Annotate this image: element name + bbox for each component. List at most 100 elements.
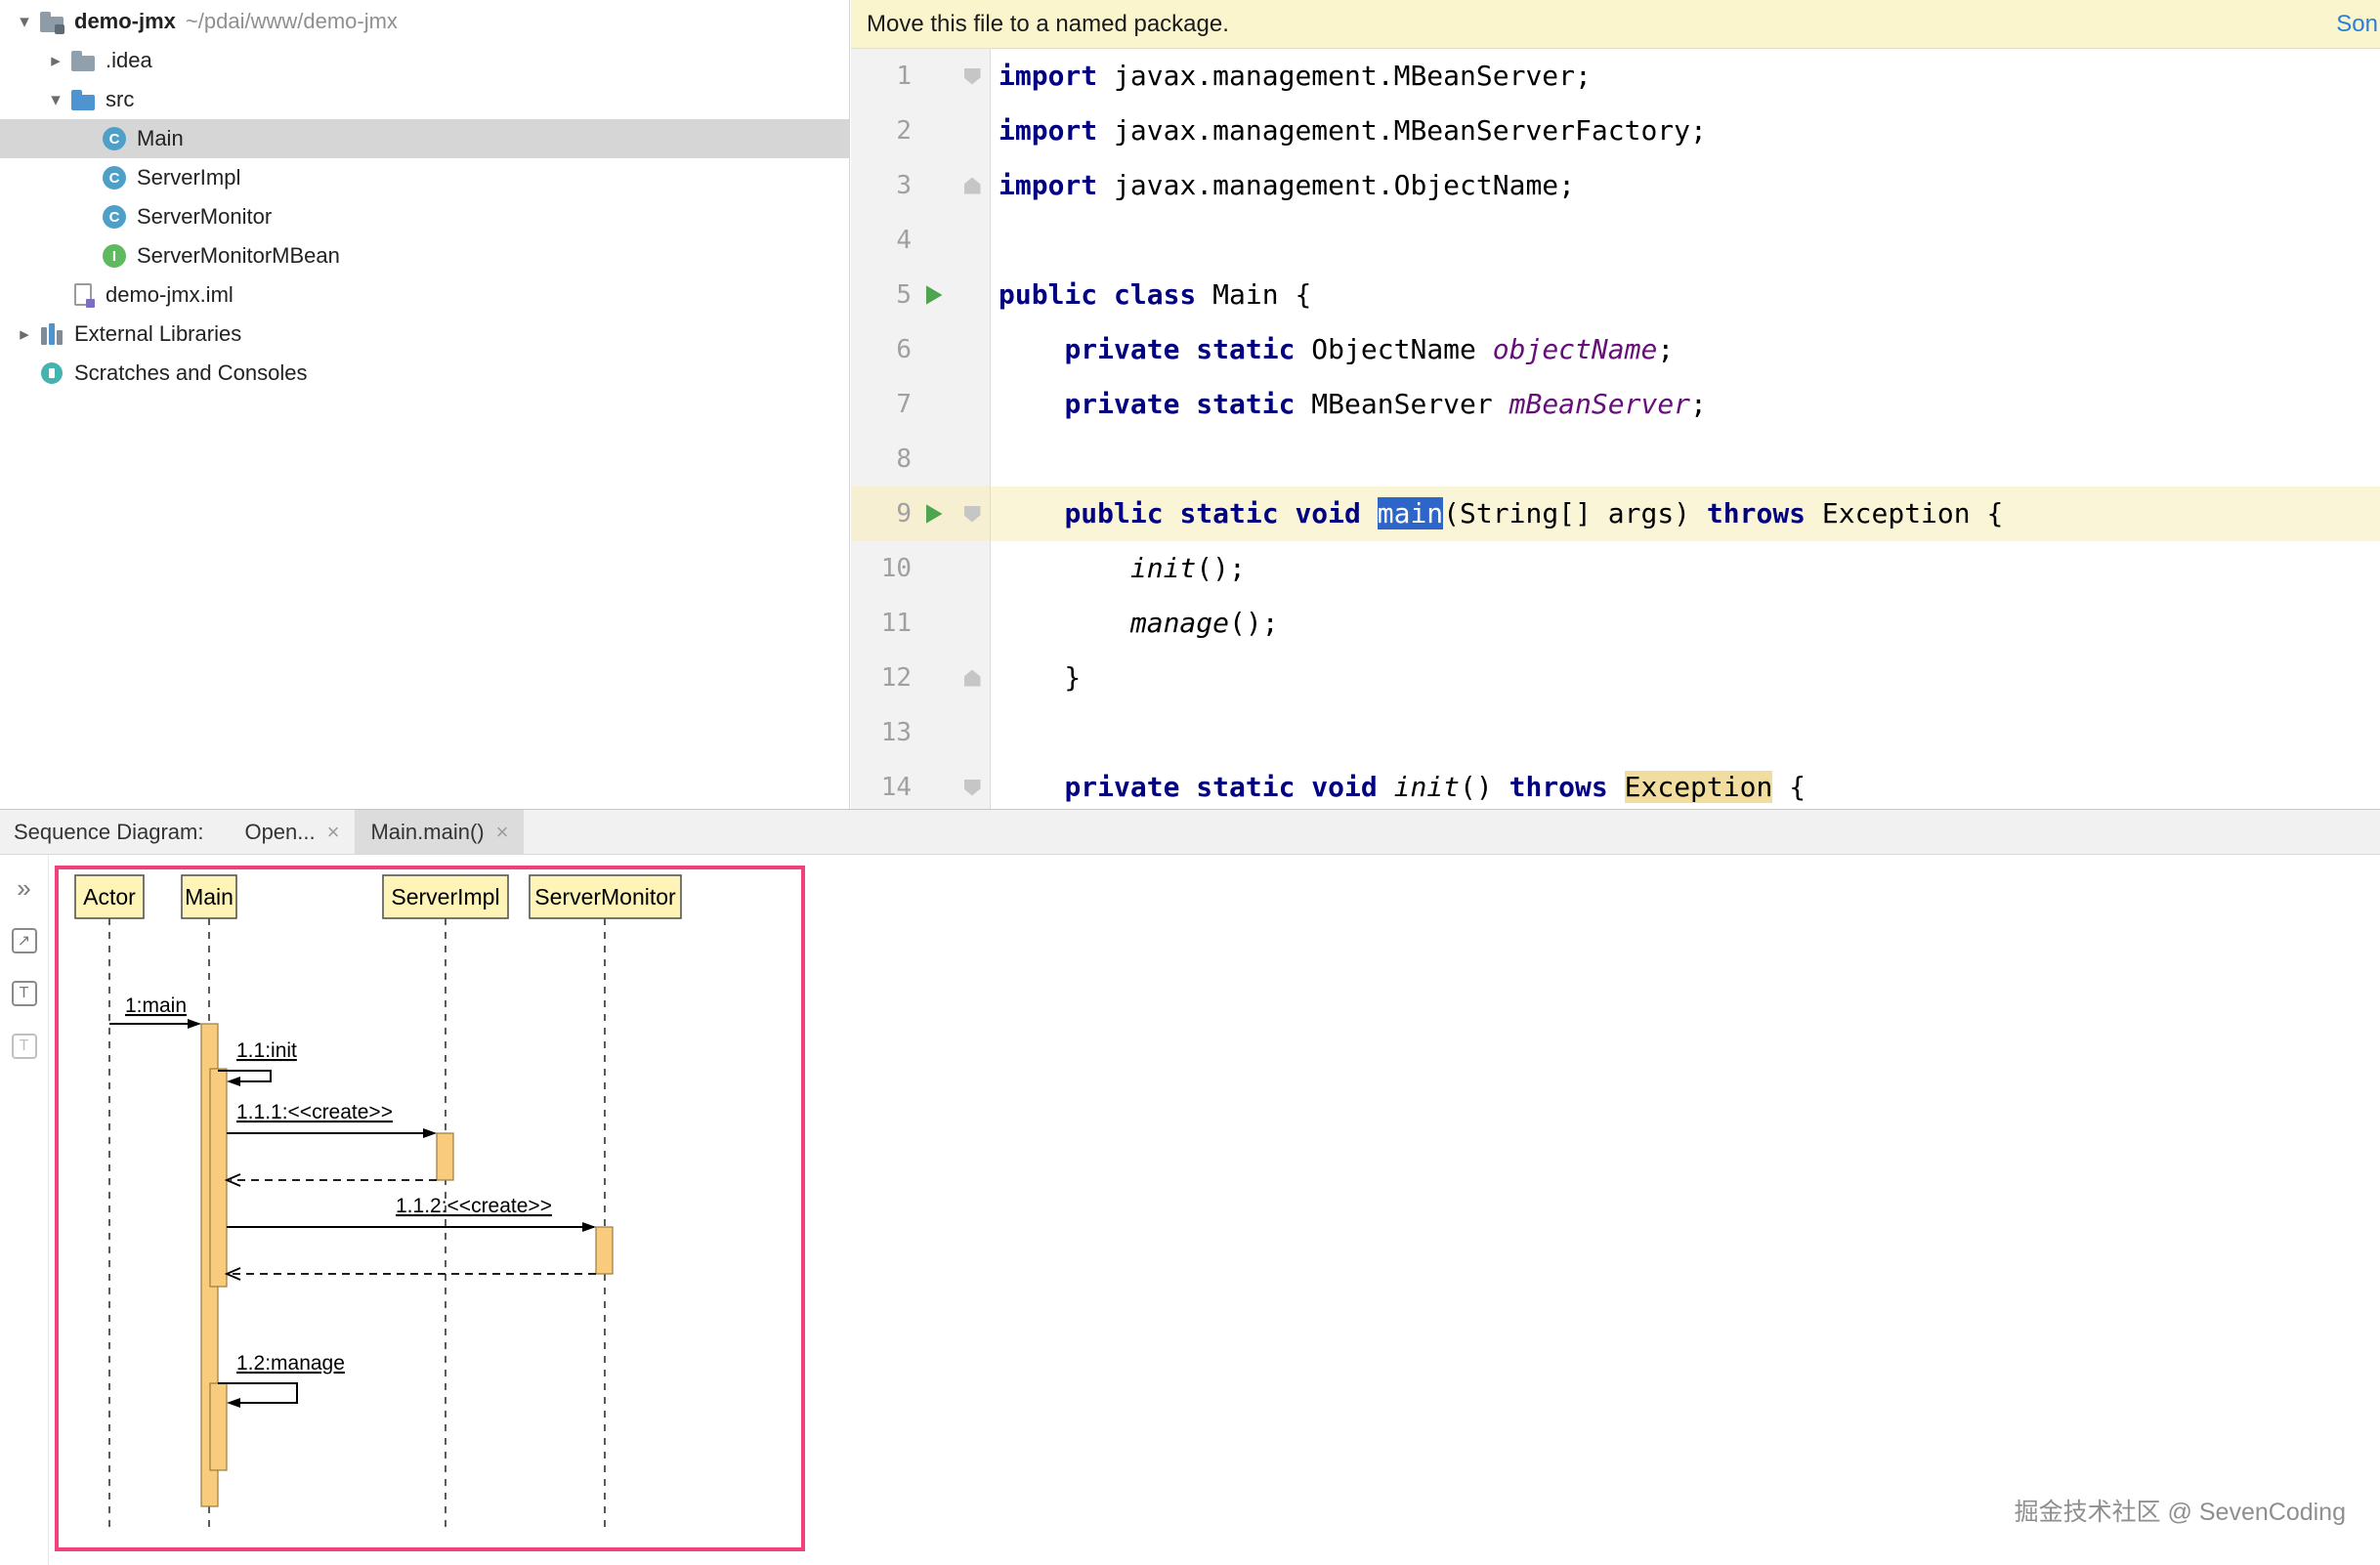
run-icon[interactable]: [926, 285, 943, 305]
message-label[interactable]: 1.1.2:<<create>>: [396, 1195, 552, 1217]
module-file-icon: [70, 282, 96, 308]
chevron-down-icon[interactable]: ▾: [10, 11, 39, 33]
code-line-9[interactable]: 9 public static void main(String[] args)…: [851, 486, 2380, 541]
tool-window-tabs: Open...×Main.main()×: [229, 810, 524, 854]
tree-item-main[interactable]: CMain: [0, 119, 849, 158]
chevron-down-icon[interactable]: ▾: [41, 89, 70, 111]
code-line-10[interactable]: 10 init();: [851, 541, 2380, 596]
message-1.1-init: 1.1:init: [218, 1039, 297, 1086]
participant-label: Actor: [83, 884, 136, 909]
gutter: 2: [851, 104, 991, 158]
gutter: 1: [851, 49, 991, 104]
code-text: public class Main {: [991, 268, 1311, 322]
gutter: 4: [851, 213, 991, 268]
tree-item-demo-jmx[interactable]: ▾demo-jmx~/pdai/www/demo-jmx: [0, 2, 849, 41]
fold-end-icon[interactable]: [964, 670, 981, 687]
line-number: 2: [851, 104, 912, 158]
message-label[interactable]: 1.1.1:<<create>>: [236, 1101, 393, 1123]
line-number: 1: [851, 49, 912, 104]
sequence-diagram-panel: » ↗ T T ActorMainServerImplServerMonitor…: [0, 855, 2380, 1565]
class-icon: C: [102, 126, 127, 151]
tree-item-label: External Libraries: [74, 321, 241, 347]
text-tool-icon[interactable]: T: [9, 978, 40, 1009]
tab-open-[interactable]: Open... ×: [229, 810, 355, 854]
message-return: [227, 1174, 437, 1186]
gutter: 8: [851, 432, 991, 486]
run-icon[interactable]: [926, 504, 943, 524]
code-line-12[interactable]: 12 }: [851, 651, 2380, 705]
code-lines[interactable]: 1import javax.management.MBeanServer;2im…: [851, 49, 2380, 809]
code-line-6[interactable]: 6 private static ObjectName objectName;: [851, 322, 2380, 377]
fold-end-icon[interactable]: [964, 178, 981, 194]
tree-item-src[interactable]: ▾src: [0, 80, 849, 119]
code-line-8[interactable]: 8: [851, 432, 2380, 486]
chevron-right-icon[interactable]: ▸: [41, 50, 70, 72]
code-text: private static void init() throws Except…: [991, 760, 1806, 809]
code-line-14[interactable]: 14 private static void init() throws Exc…: [851, 760, 2380, 809]
code-text: private static ObjectName objectName;: [991, 322, 1674, 377]
gutter: 12: [851, 651, 991, 705]
tree-item-scratches-and-consoles[interactable]: Scratches and Consoles: [0, 354, 849, 393]
tree-item-demo-jmx-iml[interactable]: demo-jmx.iml: [0, 275, 849, 315]
message-label[interactable]: 1.2:manage: [236, 1352, 345, 1375]
gutter: 13: [851, 705, 991, 760]
project-folder-icon: [39, 9, 64, 34]
line-number: 11: [851, 596, 912, 651]
tab-main-main-[interactable]: Main.main()×: [355, 810, 524, 854]
line-number: 9: [851, 486, 912, 541]
expand-icon[interactable]: »: [9, 872, 40, 904]
message-label[interactable]: 1.1:init: [236, 1039, 297, 1062]
tree-item-external-libraries[interactable]: ▸ External Libraries: [0, 315, 849, 354]
line-number: 4: [851, 213, 912, 268]
project-tree-panel: ▾demo-jmx~/pdai/www/demo-jmx▸.idea▾srcCM…: [0, 0, 850, 809]
line-number: 7: [851, 377, 912, 432]
line-number: 12: [851, 651, 912, 705]
gutter: 11: [851, 596, 991, 651]
close-icon[interactable]: ×: [327, 820, 340, 845]
code-line-3[interactable]: 3import javax.management.ObjectName;: [851, 158, 2380, 213]
code-line-13[interactable]: 13: [851, 705, 2380, 760]
tree-item-serverimpl[interactable]: CServerImpl: [0, 158, 849, 197]
sequence-diagram[interactable]: ActorMainServerImplServerMonitor1:main1.…: [59, 869, 801, 1547]
tree-item-label: demo-jmx.iml: [106, 282, 234, 308]
watermark-text: 掘金技术社区 @ SevenCoding: [2015, 1493, 2346, 1528]
text-tool-alt-icon[interactable]: T: [9, 1031, 40, 1062]
chevron-right-icon[interactable]: ▸: [10, 323, 39, 346]
tree-item-label: ServerImpl: [137, 165, 240, 190]
tool-window-header: Sequence Diagram: Open...×Main.main()×: [0, 809, 2380, 855]
code-editor: Move this file to a named package. Son 1…: [851, 0, 2380, 809]
class-icon: C: [102, 204, 127, 230]
gutter: 6: [851, 322, 991, 377]
tree-item--idea[interactable]: ▸.idea: [0, 41, 849, 80]
tool-window-title: Sequence Diagram:: [0, 820, 203, 845]
code-line-1[interactable]: 1import javax.management.MBeanServer;: [851, 49, 2380, 104]
message-1.1.1-create-: 1.1.1:<<create>>: [227, 1101, 437, 1138]
fold-start-icon[interactable]: [964, 780, 981, 796]
message-label[interactable]: 1:main: [125, 994, 187, 1017]
export-icon[interactable]: ↗: [9, 925, 40, 956]
code-line-4[interactable]: 4: [851, 213, 2380, 268]
code-line-2[interactable]: 2import javax.management.MBeanServerFact…: [851, 104, 2380, 158]
close-icon[interactable]: ×: [496, 820, 509, 845]
project-path: ~/pdai/www/demo-jmx: [186, 9, 398, 34]
gutter: 10: [851, 541, 991, 596]
editor-notification-banner: Move this file to a named package. Son: [851, 0, 2380, 49]
tree-item-servermonitor[interactable]: CServerMonitor: [0, 197, 849, 236]
code-text: [991, 705, 999, 760]
code-line-11[interactable]: 11 manage();: [851, 596, 2380, 651]
fold-start-icon[interactable]: [964, 68, 981, 85]
tree-item-servermonitormbean[interactable]: IServerMonitorMBean: [0, 236, 849, 275]
code-line-7[interactable]: 7 private static MBeanServer mBeanServer…: [851, 377, 2380, 432]
tab-label: Open...: [244, 820, 315, 845]
banner-action-link[interactable]: Son: [2336, 0, 2380, 49]
tree-item-label: ServerMonitorMBean: [137, 243, 340, 269]
message-return: [227, 1268, 596, 1280]
gutter: 14: [851, 760, 991, 809]
line-number: 5: [851, 268, 912, 322]
activation-bar-1: [210, 1069, 227, 1287]
code-line-5[interactable]: 5 public class Main {: [851, 268, 2380, 322]
activation-bar-2: [437, 1133, 453, 1180]
line-number: 8: [851, 432, 912, 486]
fold-start-icon[interactable]: [964, 506, 981, 523]
code-text: public static void main(String[] args) t…: [991, 486, 2003, 541]
